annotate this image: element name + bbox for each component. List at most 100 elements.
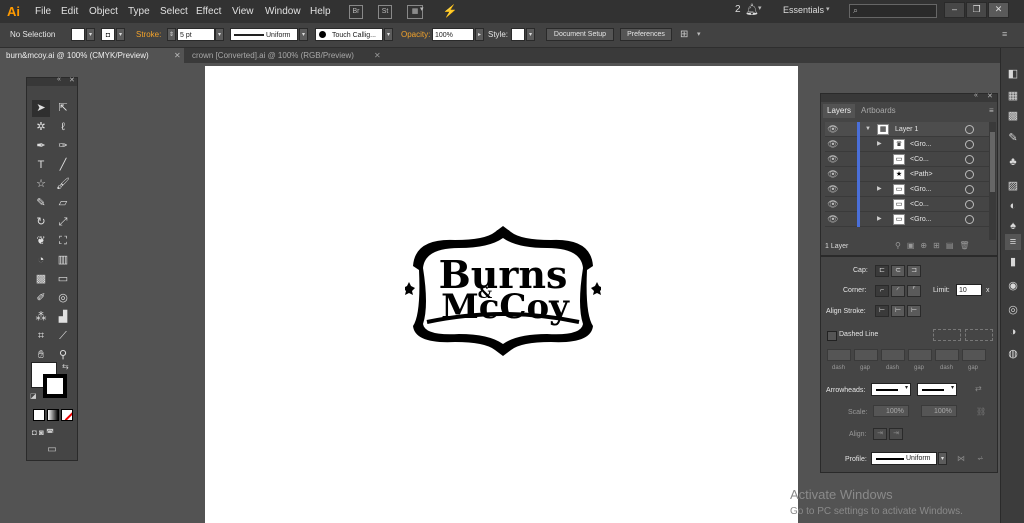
paintbrush-tool-icon[interactable]: 🖌︎ bbox=[54, 176, 72, 193]
layer-row[interactable]: 👁︎ ▶ ▭ <Gro... bbox=[825, 182, 989, 197]
round-join-button[interactable]: ◜ bbox=[891, 285, 905, 297]
eyedropper-tool-icon[interactable]: ✐ bbox=[32, 290, 50, 307]
symbols-panel-icon[interactable]: ♣ bbox=[1005, 154, 1021, 170]
search-input[interactable]: ⌕ bbox=[849, 4, 937, 18]
screen-mode-icon[interactable]: ▭ bbox=[43, 444, 61, 456]
mesh-tool-icon[interactable]: ▩ bbox=[32, 271, 50, 288]
close-icon[interactable]: ✕ bbox=[69, 76, 75, 84]
color-panel-icon[interactable]: ◧ bbox=[1005, 66, 1021, 82]
selection-tool-icon[interactable]: ➤ bbox=[32, 100, 50, 117]
panel-menu-icon[interactable]: ≡ bbox=[989, 106, 994, 115]
libraries-icon[interactable]: ♠ bbox=[1005, 218, 1021, 234]
eye-icon[interactable]: 👁︎ bbox=[827, 168, 839, 180]
layers-footer-icons[interactable]: ⚲▣⊕⊞▤🗑︎ bbox=[895, 241, 976, 250]
eye-icon[interactable]: 👁︎ bbox=[827, 123, 839, 135]
tab-layers[interactable]: Layers bbox=[823, 104, 856, 118]
layer-row[interactable]: 👁︎ ▭ <Co... bbox=[825, 152, 989, 167]
eye-icon[interactable]: 👁︎ bbox=[827, 213, 839, 225]
default-colors-icon[interactable]: ◪ bbox=[30, 392, 37, 400]
document-setup-button[interactable]: Document Setup bbox=[546, 28, 614, 41]
stroke-weight-input[interactable]: 5 pt bbox=[177, 28, 215, 41]
style-swatch[interactable] bbox=[511, 28, 525, 41]
stroke-panel-icon[interactable]: ≡ bbox=[1005, 234, 1021, 250]
dash-input[interactable] bbox=[935, 349, 959, 361]
drawing-modes-icon[interactable]: ◘ ◙ ◚ bbox=[32, 428, 72, 438]
gradient-panel-icon[interactable]: ▮ bbox=[1005, 254, 1021, 270]
slice-tool-icon[interactable]: ⟋ bbox=[54, 328, 72, 345]
tab-artboards[interactable]: Artboards bbox=[857, 104, 900, 118]
start-arrowhead-select[interactable]: ▾ bbox=[871, 383, 911, 396]
stroke-label[interactable]: Stroke: bbox=[136, 23, 161, 47]
align-inside-button[interactable]: ⊢ bbox=[891, 305, 905, 317]
opacity-label[interactable]: Opacity: bbox=[401, 23, 430, 47]
arrange-icon[interactable]: ⊞ bbox=[680, 29, 688, 40]
tab-crown[interactable]: crown [Converted].ai @ 100% (RGB/Preview… bbox=[186, 48, 386, 63]
none-mode-icon[interactable] bbox=[61, 409, 73, 421]
bell-icon[interactable]: 🔔︎ bbox=[745, 3, 759, 16]
limit-input[interactable]: 10 bbox=[956, 284, 982, 296]
pen-tool-icon[interactable]: ✒ bbox=[32, 138, 50, 155]
scale-tool-icon[interactable]: ⤢ bbox=[54, 214, 72, 231]
eye-icon[interactable]: 👁︎ bbox=[827, 183, 839, 195]
chevron-down-icon[interactable]: ▾ bbox=[697, 30, 701, 38]
stroke-swatch-dropdown[interactable]: ▾ bbox=[116, 28, 125, 41]
brush-dropdown[interactable]: ▾ bbox=[384, 28, 393, 41]
panel-menu-icon[interactable]: ≡ bbox=[1002, 29, 1007, 39]
end-arrowhead-select[interactable]: ▾ bbox=[917, 383, 957, 396]
color-mode-icon[interactable] bbox=[33, 409, 45, 421]
swap-colors-icon[interactable]: ⇆ bbox=[62, 362, 69, 371]
pencil-tool-icon[interactable]: ✎ bbox=[32, 195, 50, 212]
chevron-down-icon[interactable]: ▼ bbox=[865, 122, 871, 137]
perspective-grid-tool-icon[interactable]: ▥ bbox=[54, 252, 72, 269]
shape-builder-tool-icon[interactable]: ◔ bbox=[32, 252, 50, 269]
flip-across-icon[interactable]: ⩫ bbox=[977, 454, 984, 463]
menu-select[interactable]: Select bbox=[160, 0, 188, 23]
type-tool-icon[interactable]: T bbox=[32, 157, 50, 174]
flip-along-icon[interactable]: ⋈ bbox=[957, 454, 965, 463]
stock-icon[interactable]: St bbox=[378, 5, 392, 19]
menu-object[interactable]: Object bbox=[89, 0, 118, 23]
swatches-panel-icon[interactable]: ▩ bbox=[1005, 108, 1021, 124]
direct-selection-tool-icon[interactable]: ⇱ bbox=[54, 100, 72, 117]
collapse-icon[interactable]: « bbox=[57, 76, 61, 83]
stroke-weight-stepper[interactable]: ⇕ bbox=[167, 28, 176, 41]
curvature-tool-icon[interactable]: ✑ bbox=[54, 138, 72, 155]
layers-panel-header[interactable]: « ✕ bbox=[821, 92, 997, 102]
stroke-swatch[interactable]: ◘ bbox=[101, 28, 115, 41]
bridge-icon[interactable]: Br bbox=[349, 5, 363, 19]
close-icon[interactable]: ✕ bbox=[374, 48, 381, 63]
burns-mccoy-logo[interactable]: Burns & McCoy bbox=[405, 226, 601, 356]
workspace-switcher[interactable]: Essentials bbox=[783, 5, 824, 15]
menu-help[interactable]: Help bbox=[310, 0, 331, 23]
profile-dropdown[interactable]: ▾ bbox=[938, 452, 947, 465]
artboard-tool-icon[interactable]: ⌗ bbox=[32, 328, 50, 345]
layer-row[interactable]: 👁︎ ▶ ▭ <Gro... bbox=[825, 212, 989, 227]
layer-row[interactable]: 👁︎ ★ <Path> bbox=[825, 167, 989, 182]
align-center-button[interactable]: ⊢ bbox=[875, 305, 889, 317]
opacity-input[interactable]: 100% bbox=[432, 28, 474, 41]
collapse-icon[interactable]: « bbox=[974, 92, 978, 99]
menu-edit[interactable]: Edit bbox=[61, 0, 78, 23]
target-icon[interactable] bbox=[965, 200, 974, 209]
gradient-tool-icon[interactable]: ▭ bbox=[54, 271, 72, 288]
artboard[interactable]: Burns & McCoy bbox=[205, 66, 798, 523]
target-icon[interactable] bbox=[965, 215, 974, 224]
arrow-align-place-button[interactable]: ⇥ bbox=[889, 428, 903, 440]
profile-dropdown[interactable]: ▾ bbox=[299, 28, 308, 41]
start-scale-input[interactable]: 100% bbox=[873, 405, 909, 417]
round-cap-button[interactable]: ⊂ bbox=[891, 265, 905, 277]
eye-icon[interactable]: 👁︎ bbox=[827, 138, 839, 150]
color-guide-icon[interactable]: ▦ bbox=[1005, 88, 1021, 104]
layers-scrollbar[interactable] bbox=[989, 122, 996, 240]
preserve-dash-button[interactable] bbox=[933, 329, 961, 341]
dash-input[interactable] bbox=[881, 349, 905, 361]
align-outside-button[interactable]: ⊢ bbox=[907, 305, 921, 317]
close-icon[interactable]: ✕ bbox=[987, 92, 993, 100]
bevel-join-button[interactable]: ⌜ bbox=[907, 285, 921, 297]
target-icon[interactable] bbox=[965, 170, 974, 179]
miter-join-button[interactable]: ⌐ bbox=[875, 285, 889, 297]
close-button[interactable]: ✕ bbox=[988, 2, 1009, 18]
appearance-panel-icon[interactable]: ◉ bbox=[1005, 278, 1021, 294]
chevron-right-icon[interactable]: ▶ bbox=[877, 137, 882, 152]
end-scale-input[interactable]: 100% bbox=[921, 405, 957, 417]
